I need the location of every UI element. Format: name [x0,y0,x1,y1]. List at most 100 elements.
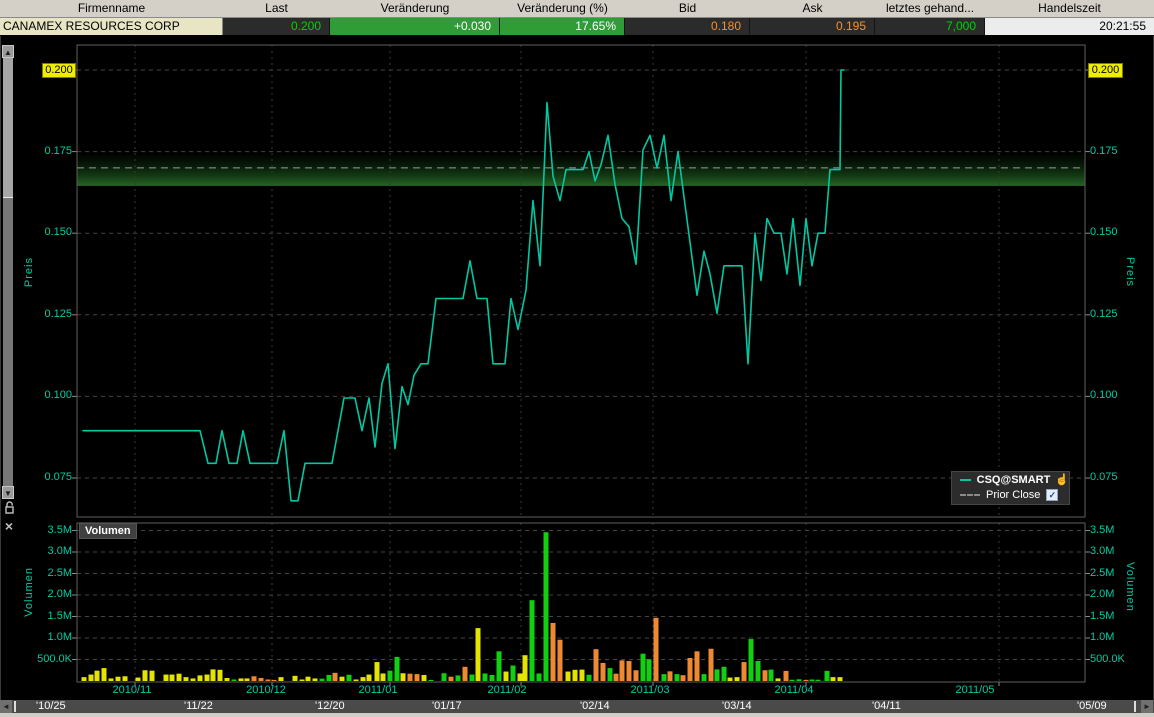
scrollbar-date-label: '02/14 [580,700,610,712]
scrollbar-date-label: '10/25 [36,700,66,712]
scroll-right-button[interactable]: ► [1141,700,1153,713]
price-tick-label-right: 0.075 [1090,471,1118,483]
series-line-swatch [960,478,971,481]
drag-hand-icon[interactable]: ☝ [1055,473,1069,486]
series-label: CSQ@SMART [976,473,1051,486]
volume-axis-title-right: Volumen [1124,562,1136,612]
volume-tick-label-left: 2.5M [47,566,72,579]
volume-bar [550,622,556,681]
month-label: 2011/02 [487,684,527,696]
volume-bar [789,679,795,681]
volume-tick-label-right: 2.5M [1090,566,1115,579]
volume-bar [674,674,680,681]
volume-bar [176,673,182,681]
price-axis-title-left: Preis [23,257,35,288]
volume-tick-label-right: 3.0M [1090,545,1115,557]
month-label: 2011/04 [774,684,814,696]
price-line-series [82,69,845,502]
volume-bar [830,677,836,681]
price-tick-label-left: 0.125 [44,307,72,320]
price-tick-label-right: 0.175 [1090,144,1118,157]
volume-bar [522,655,528,681]
volume-bar [231,679,237,681]
volume-bar [667,671,673,681]
volume-bar [708,648,714,681]
volume-bar [346,674,352,681]
volume-bar [687,657,693,681]
legend-row-prior-close: Prior Close ✓ [952,487,1069,502]
volume-bar [115,676,121,681]
lock-icon[interactable] [2,501,16,515]
scrollbar-date-label: '01/17 [432,700,462,712]
range-handle-right[interactable] [1134,701,1136,712]
volume-bar [400,673,406,681]
volume-bar [613,673,619,681]
volume-tick-label-right: 1.0M [1090,631,1115,643]
volume-bar [626,661,632,681]
prior-close-label: Prior Close [986,488,1041,501]
price-tick-label-right: 0.100 [1090,389,1118,402]
legend-row-series: CSQ@SMART ☝ [952,472,1069,487]
volume-bar [496,651,502,681]
open-padlock-glyph [4,501,14,514]
volume-bar [579,669,585,681]
volume-bar [462,666,468,681]
volume-bar [407,673,413,681]
chart-zoom-slider-thumb[interactable] [3,58,13,198]
volume-bar [224,677,230,681]
volume-bar [529,600,535,681]
volume-bar [755,661,761,681]
chart-canvas[interactable] [0,0,1154,717]
prior-close-dash-swatch [960,493,980,496]
volume-bar [292,675,298,681]
chart-zoom-down-button[interactable]: ▼ [2,486,14,499]
volume-bar [366,674,372,681]
volume-bar [469,674,475,681]
time-scrollbar[interactable]: ◄ ► '10/25 '11/22 '12/20 '01/17 '02/14 '03/14… [0,700,1154,713]
volume-tick-label-left: 1.0M [47,631,72,643]
volume-bar [510,665,516,681]
month-label: 2011/05 [955,684,995,696]
volume-bar [762,670,768,681]
volume-bar [448,676,454,681]
scrollbar-date-label: '04/11 [872,700,901,712]
volume-bar [305,676,311,681]
window-bottom-edge [0,713,1154,717]
volume-bar [517,673,523,681]
price-tick-label-right: 0.150 [1090,226,1118,239]
scroll-left-button[interactable]: ◄ [0,700,12,713]
volume-bar [646,659,652,681]
volume-tick-label-right: 3.5M [1090,523,1115,536]
volume-bar [475,628,481,681]
volume-pane-title: Volumen [79,523,137,539]
volume-bar [619,660,625,681]
close-chart-icon[interactable]: × [2,519,16,533]
volume-bar [101,668,107,681]
volume-bar [565,671,571,681]
volume-bar [741,662,747,681]
volume-bar [482,673,488,681]
volume-bar [557,639,563,681]
volume-bar [734,677,740,681]
volume-bar [374,662,380,681]
volume-bar [803,679,809,681]
volume-bar [217,669,223,681]
prior-close-checkbox[interactable]: ✓ [1046,488,1059,501]
scrollbar-date-label: '12/20 [315,700,345,712]
price-axis-title-right: Preis [1124,257,1136,288]
volume-bar [721,666,727,681]
volume-bar [809,679,815,681]
price-tick-label-left: 0.075 [44,471,72,483]
volume-bar [824,670,830,681]
last-price-tag-right: 0.200 [1088,63,1123,78]
range-handle-left[interactable] [14,701,16,712]
volume-tick-label-left: 500.0K [37,652,72,665]
volume-bar [183,677,189,681]
volume-bar [661,674,667,681]
volume-bar [783,670,789,681]
chart-zoom-up-button[interactable]: ▲ [2,45,14,58]
volume-bar [265,679,271,681]
last-price-tag-left: 0.200 [42,63,76,78]
chart-legend[interactable]: CSQ@SMART ☝ Prior Close ✓ [951,471,1070,505]
volume-bar [244,678,250,681]
